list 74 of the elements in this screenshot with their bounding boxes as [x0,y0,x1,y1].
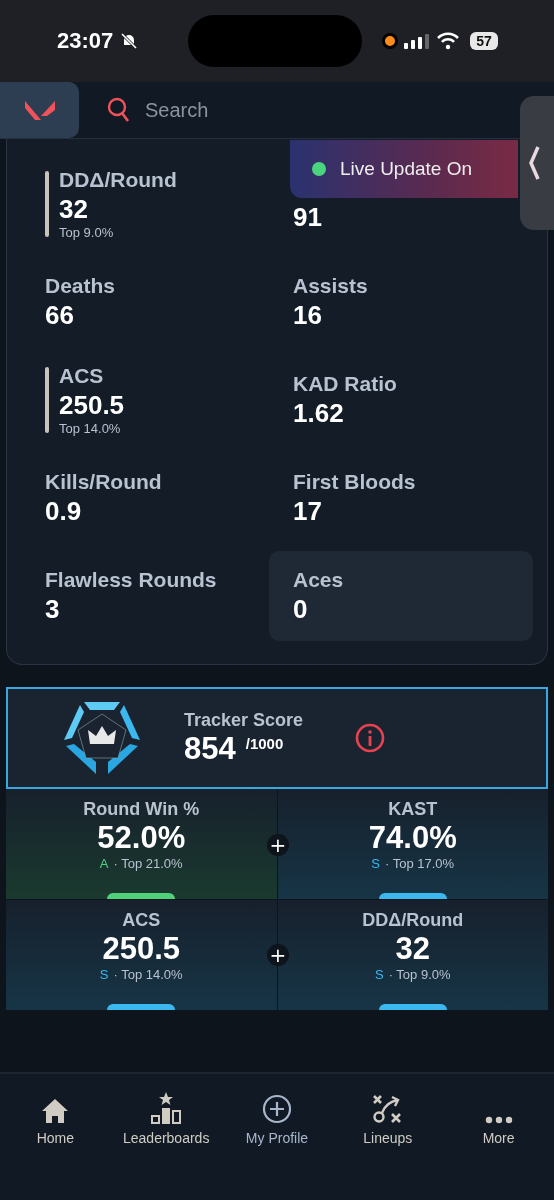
stat-percentile: Top 14.0% [59,421,122,436]
banner-text: Live Update On [340,158,473,180]
nav-tab[interactable]: More [446,1088,551,1146]
stat-value: 91 [293,201,322,233]
stat-value: 66 [45,299,75,331]
stat-label: Aces [293,567,344,592]
percentile-bar [45,367,49,433]
stat-value: 1.62 [293,397,345,429]
stat-label: KAD Ratio [293,371,397,396]
grade-percentile: · Top 17.0% [385,856,455,871]
grade-indicator-bar [107,893,176,899]
podium-star-icon [150,1092,183,1124]
tracker-score-label: Tracker Score [184,709,304,731]
stat-value: 16 [293,299,323,331]
stat-value: 0.9 [45,495,83,527]
stat-label: Flawless Rounds [45,567,217,592]
grade-stat-value: 250.5 [102,931,181,967]
stat-label: First Bloods [293,469,416,494]
grade-stat-label: KAST [388,799,438,820]
grade-stat-value: 32 [395,931,430,967]
plus-button[interactable]: + [267,944,289,966]
grade-stat-label: DDΔ/Round [362,910,464,931]
live-status-dot-icon [312,162,326,176]
clock-time: 23:07 [57,28,114,54]
play-diagram-icon [371,1094,404,1124]
live-update-banner[interactable]: Live Update On [290,140,518,198]
muted-bell-icon [119,31,140,51]
side-panel-handle[interactable] [520,96,554,230]
stat-value: 250.5 [59,390,125,421]
grade-stat-value: 74.0% [368,820,457,856]
recording-dot-icon [382,33,399,49]
grade-indicator-bar [107,1004,176,1010]
more-dots-icon [484,1116,513,1124]
home-icon [41,1098,70,1124]
grade-letter: S [99,967,109,982]
stat-label: Assists [293,273,368,298]
search-icon [107,97,131,123]
battery-indicator: 57 [470,32,498,50]
stat-value: 3 [45,593,61,625]
info-icon[interactable] [355,723,386,753]
tracker-score-max: /1000 [245,734,284,752]
stat-value: 32 [59,194,89,225]
grade-letter: A [99,856,109,871]
plus-circle-icon [262,1094,292,1124]
stat-label: DDΔ/Round [59,168,177,192]
grade-letter: S [371,856,380,871]
logo-button[interactable] [0,82,79,138]
grade-percentile: · Top 14.0% [113,967,183,982]
signal-icon [404,33,431,49]
grade-letter: S [374,967,384,982]
grade-percentile: · Top 9.0% [388,967,451,982]
grade-stat-label: ACS [122,910,161,931]
stat-label: Kills/Round [45,469,162,494]
grade-percentile: · Top 21.0% [113,856,183,871]
stat-value: 0 [293,593,309,625]
percentile-bar [45,171,49,237]
stat-label: Deaths [45,273,116,298]
stat-percentile: Top 9.0% [59,225,115,240]
grade-stat-label: Round Win % [83,799,200,820]
grade-stat-value: 52.0% [97,820,186,856]
wifi-icon [436,32,461,50]
grade-indicator-bar [378,1004,447,1010]
chevron-left-icon [528,145,540,181]
stat-label: ACS [59,364,105,388]
stat-value: 17 [293,495,323,527]
nav-tab[interactable]: My Profile [225,1088,329,1146]
pentagon-crown-emblem-icon [62,700,142,776]
nav-tab[interactable]: Home [3,1088,108,1146]
tracker-score-value: 854 [184,730,236,767]
nav-tab[interactable]: Leaderboards [114,1088,219,1146]
search-field[interactable]: Search [143,97,347,123]
plus-button[interactable]: + [267,834,289,856]
grade-indicator-bar [378,893,447,899]
nav-tab[interactable]: Lineups [335,1088,440,1146]
